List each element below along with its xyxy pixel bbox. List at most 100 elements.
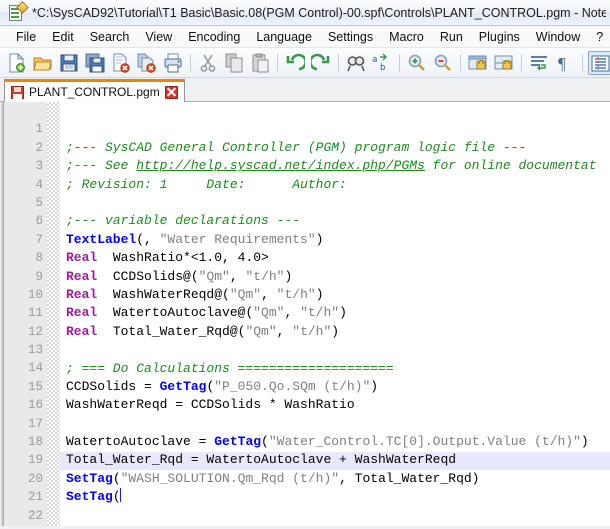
menu-item-search[interactable]: Search (82, 28, 138, 46)
code-line-17[interactable]: 17 WatertoAutoclave = GetTag("Water_Cont… (28, 396, 610, 449)
code-line-16[interactable]: 16 (28, 378, 610, 412)
close-file-icon[interactable] (109, 51, 133, 75)
menu-item-help[interactable]: ? (588, 28, 610, 46)
menu-item-plugins[interactable]: Plugins (471, 28, 528, 46)
code-line-7[interactable]: 7 Real WashRatio*<1.0, 4.0> (35, 212, 610, 265)
toolbar-separator (190, 53, 191, 72)
tab-label: PLANT_CONTROL.pgm (29, 85, 160, 99)
code-line-14[interactable]: 14 CCDSolids = GetTag("P_050.Qo.SQm (t/h… (28, 341, 610, 393)
line-number: 20 (27, 471, 43, 486)
code-line-18[interactable]: 18 Total_Water_Rqd = WatertoAutoclave + … (28, 415, 610, 467)
line-number: 16 (27, 398, 43, 413)
code-line-8[interactable]: 8 Real CCDSolids@("Qm", "t/h") (35, 231, 610, 283)
toolbar-separator (582, 53, 583, 72)
copy-icon[interactable] (222, 51, 246, 75)
cut-icon[interactable] (196, 51, 220, 75)
line-number: 18 (27, 435, 43, 450)
unsaved-disk-icon (11, 85, 24, 99)
line-number: 23 (4, 525, 43, 526)
menu-item-macro[interactable]: Macro (381, 28, 432, 46)
paste-icon[interactable] (248, 51, 272, 75)
code-line-20[interactable]: 20 SetTag( (28, 451, 610, 504)
code-lines: 1 ;--- SysCAD General Controller (PGM) p… (28, 102, 610, 526)
code-line-12[interactable]: 12 (28, 304, 610, 339)
line-number: 9 (35, 269, 43, 284)
line-number: 4 (35, 177, 43, 192)
menu-item-encoding[interactable]: Encoding (180, 28, 248, 46)
toolbar-separator (399, 53, 400, 72)
line-number: 6 (35, 214, 43, 229)
menu-item-run[interactable]: Run (432, 28, 471, 46)
line-number: 1 (35, 122, 43, 137)
tab-bar: PLANT_CONTROL.pgm (0, 78, 610, 102)
code-line-23[interactable]: 23 $ ; --- end of file --- (60, 507, 610, 525)
line-number: 7 (35, 232, 43, 247)
code-line-4[interactable]: 4 (35, 157, 610, 192)
close-icon[interactable] (164, 85, 178, 99)
code-line-6[interactable]: 6 TextLabel(, "Water Requirements") (35, 194, 610, 246)
window-title: *C:\SysCAD92\Tutorial\T1 Basic\Basic.08(… (32, 5, 606, 20)
code-line-13[interactable]: 13 ; === Do Calculations ===============… (28, 323, 610, 375)
indent-guideline-icon[interactable] (588, 50, 610, 75)
toolbar: a b ¶ (0, 48, 610, 78)
replace-icon[interactable]: a b (370, 51, 394, 75)
sync-vertical-scrolling-icon[interactable] (466, 51, 490, 75)
line-number: 2 (35, 140, 43, 155)
svg-text:a: a (372, 55, 377, 65)
code-line-2[interactable]: 2 ;--- See http://help.syscad.net/index.… (35, 120, 610, 173)
menu-item-settings[interactable]: Settings (320, 28, 381, 46)
redo-icon[interactable] (309, 51, 333, 75)
find-icon[interactable] (344, 51, 368, 75)
notepad-plus-plus-document-icon (8, 0, 29, 22)
save-all-icon[interactable] (83, 51, 107, 75)
menu-item-edit[interactable]: Edit (44, 28, 82, 46)
close-all-icon[interactable] (135, 51, 159, 75)
code-line-11[interactable]: 11 Real Total_Water_Rqd@("Qm", "t/h") (28, 286, 610, 338)
word-wrap-icon[interactable] (527, 51, 551, 75)
toolbar-separator (277, 53, 278, 72)
print-icon[interactable] (161, 51, 185, 75)
title-bar: *C:\SysCAD92\Tutorial\T1 Basic\Basic.08(… (0, 0, 610, 26)
line-number: 17 (27, 416, 43, 431)
zoom-in-icon[interactable] (405, 51, 429, 75)
code-line-5[interactable]: 5 ;--- variable declarations --- (35, 176, 610, 228)
undo-icon[interactable] (283, 51, 307, 75)
menu-item-file[interactable]: File (8, 28, 44, 46)
line-number: 22 (27, 508, 43, 523)
code-line-3[interactable]: 3 ; Revision: 1 Date: Author: (35, 139, 610, 191)
open-file-icon[interactable] (31, 51, 55, 75)
code-editor[interactable]: 1 ;--- SysCAD General Controller (PGM) p… (0, 102, 610, 526)
menu-bar: File Edit Search View Encoding Language … (0, 26, 610, 48)
code-line-15[interactable]: 15 WashWaterReqd = CCDSolids * WashRatio (28, 359, 610, 412)
new-file-icon[interactable] (5, 51, 29, 75)
toolbar-separator (521, 53, 522, 72)
code-line-19[interactable]: 19 SetTag("WASH_SOLUTION.Qm_Rqd (t/h)", … (28, 433, 610, 485)
toolbar-separator (460, 53, 461, 72)
menu-item-language[interactable]: Language (248, 28, 320, 46)
svg-text:¶: ¶ (558, 54, 566, 73)
menu-item-window[interactable]: Window (528, 28, 588, 46)
line-number: 5 (35, 195, 43, 210)
line-number: 19 (27, 453, 43, 468)
line-number: 15 (27, 379, 43, 394)
code-line-22[interactable]: 22 (28, 488, 610, 523)
save-file-icon[interactable] (57, 51, 81, 75)
menu-item-view[interactable]: View (137, 28, 180, 46)
code-line-9[interactable]: 9 Real WashWaterReqd@("Qm", "t/h") (35, 249, 610, 302)
notepad-plus-plus-window: *C:\SysCAD92\Tutorial\T1 Basic\Basic.08(… (0, 0, 610, 529)
line-number: 11 (27, 306, 43, 321)
code-line-24[interactable]: 24 (60, 525, 610, 526)
fold-margin[interactable] (47, 102, 60, 526)
code-line-1[interactable]: 1 ;--- SysCAD General Controller (PGM) p… (35, 102, 610, 154)
tab-plant-control-pgm[interactable]: PLANT_CONTROL.pgm (4, 79, 185, 102)
zoom-out-icon[interactable] (431, 51, 455, 75)
svg-text:b: b (380, 63, 385, 73)
line-number: 21 (27, 490, 43, 505)
code-line-21[interactable]: 21 (28, 470, 610, 504)
line-number: 13 (27, 343, 43, 358)
line-number: 14 (27, 361, 43, 376)
line-number: 12 (27, 324, 43, 339)
show-all-symbols-icon[interactable]: ¶ (553, 51, 577, 75)
sync-horizontal-scrolling-icon[interactable] (492, 51, 516, 75)
code-line-10[interactable]: 10 Real WatertoAutoclave@("Qm", "t/h") (28, 268, 610, 320)
